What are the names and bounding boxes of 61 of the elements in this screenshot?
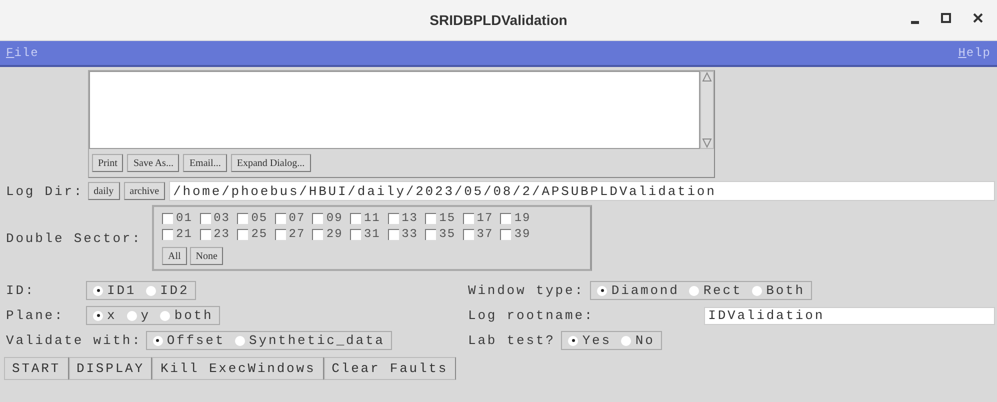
sector-checkbox[interactable]: 37 <box>462 227 500 241</box>
log-button[interactable]: Save As... <box>127 154 180 172</box>
field-label: Window type: <box>468 283 584 298</box>
dir-button[interactable]: daily <box>88 182 120 200</box>
field-label: Double Sector: <box>6 230 143 246</box>
sector-checkbox[interactable]: 05 <box>237 211 275 225</box>
sector-checkbox[interactable]: 11 <box>350 211 388 225</box>
action-button[interactable]: Kill ExecWindows <box>152 357 324 380</box>
close-icon[interactable] <box>973 12 983 24</box>
sector-checkbox[interactable]: 03 <box>200 211 238 225</box>
radio-option[interactable]: Synthetic_data <box>235 333 385 348</box>
sector-checkbox[interactable]: 17 <box>462 211 500 225</box>
sector-checkbox[interactable]: 25 <box>237 227 275 241</box>
action-button[interactable]: Clear Faults <box>324 357 456 380</box>
sector-checkbox[interactable]: 15 <box>425 211 463 225</box>
scroll-up-icon[interactable] <box>702 72 712 82</box>
radio-option[interactable]: Yes <box>568 333 612 348</box>
log-button[interactable]: Email... <box>183 154 227 172</box>
log-button[interactable]: Expand Dialog... <box>230 154 311 172</box>
log-dir-field[interactable]: /home/phoebus/HBUI/daily/2023/05/08/2/APSUBPLDValidation <box>169 181 995 201</box>
sector-button[interactable]: All <box>162 247 187 265</box>
radio-option[interactable]: both <box>160 308 214 323</box>
sector-checkbox[interactable]: 07 <box>274 211 312 225</box>
action-button[interactable]: DISPLAY <box>68 357 152 380</box>
radio-option[interactable]: Offset <box>152 333 226 348</box>
scrollbar[interactable] <box>700 71 714 149</box>
field-label: Validate with: <box>6 333 142 348</box>
radio-option[interactable]: Both <box>752 283 805 298</box>
log-text-area[interactable] <box>89 71 700 149</box>
scroll-down-icon[interactable] <box>702 138 712 148</box>
sector-checkbox[interactable]: 35 <box>425 227 463 241</box>
field-label: Log Dir: <box>6 184 84 198</box>
action-button[interactable]: START <box>4 357 69 380</box>
sector-button[interactable]: None <box>190 247 224 265</box>
sector-checkbox[interactable]: 13 <box>388 211 426 225</box>
sector-checkbox[interactable]: 01 <box>162 211 200 225</box>
sector-checkbox[interactable]: 39 <box>500 227 538 241</box>
radio-option[interactable]: Diamond <box>597 283 680 298</box>
radio-option[interactable]: ID1 <box>93 283 136 298</box>
sector-checkbox[interactable]: 31 <box>350 227 388 241</box>
field-label: ID: <box>6 283 36 298</box>
sector-checkbox[interactable]: 09 <box>312 211 350 225</box>
maximize-icon[interactable] <box>941 12 951 24</box>
radio-option[interactable]: y <box>126 308 150 323</box>
field-label: Lab test? <box>468 333 556 348</box>
radio-option[interactable]: No <box>621 333 655 348</box>
radio-option[interactable]: Rect <box>689 283 742 298</box>
sector-checkbox[interactable]: 19 <box>500 211 538 225</box>
rootname-field[interactable]: IDValidation <box>704 306 995 324</box>
sector-checkbox[interactable]: 23 <box>200 227 238 241</box>
field-label: Plane: <box>6 308 66 323</box>
sector-checkbox[interactable]: 33 <box>388 227 426 241</box>
sector-checkbox[interactable]: 27 <box>274 227 312 241</box>
log-button[interactable]: Print <box>92 154 124 172</box>
field-label: Log rootname: <box>468 308 594 323</box>
radio-option[interactable]: ID2 <box>146 283 190 298</box>
sector-checkbox[interactable]: 21 <box>162 227 200 241</box>
radio-option[interactable]: x <box>93 308 117 323</box>
sector-checkbox[interactable]: 29 <box>312 227 350 241</box>
dir-button[interactable]: archive <box>124 182 166 200</box>
window-title: SRIDBPLDValidation <box>430 12 568 28</box>
